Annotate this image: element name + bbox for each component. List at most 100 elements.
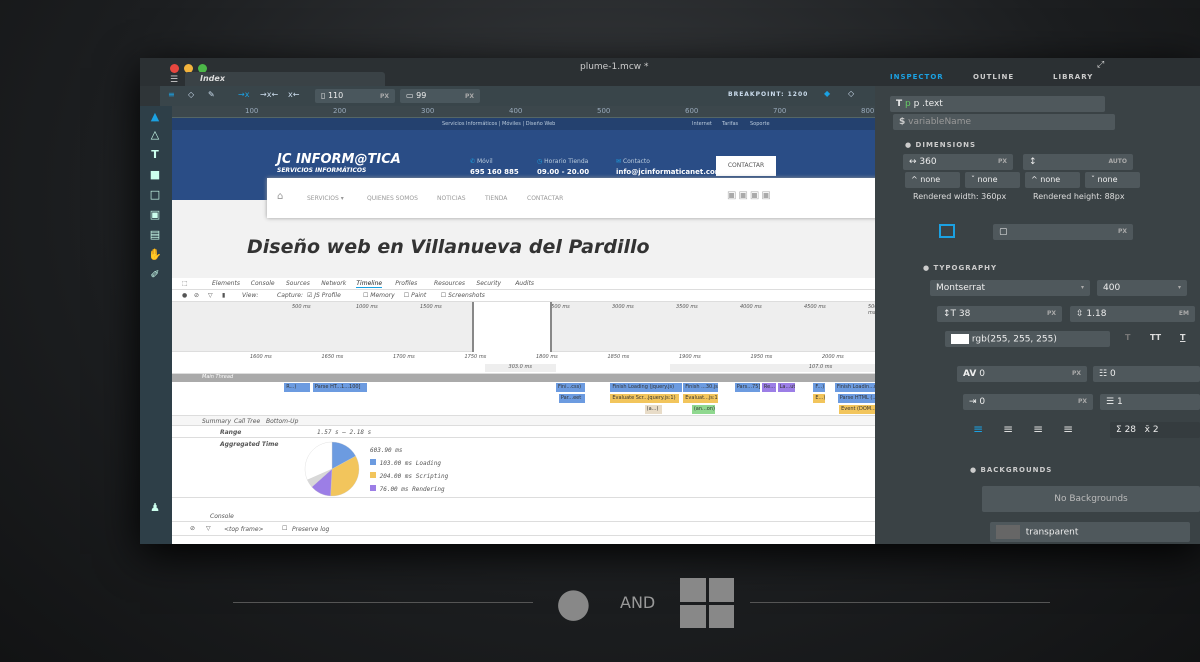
capture-option[interactable]: ☐ Paint — [404, 292, 426, 299]
devtools-tab[interactable]: Resources — [434, 280, 465, 287]
flame-event[interactable]: F...) — [813, 383, 825, 392]
tab-library[interactable]: LIBRARY — [1053, 73, 1093, 81]
flame-event[interactable]: La...ut — [777, 383, 795, 392]
bottom-tab[interactable]: Bottom-Up — [266, 418, 298, 425]
panel-tool-icon[interactable]: ▤ — [148, 228, 162, 242]
flame-event[interactable]: Parse HT...1...100] — [312, 383, 368, 392]
flame-event[interactable]: Fini...css) — [556, 383, 585, 392]
hand-tool-icon[interactable]: ✋ — [148, 248, 162, 262]
console-tab[interactable]: Console — [210, 513, 234, 520]
nav-item[interactable]: TIENDA — [485, 195, 507, 202]
min-width-input[interactable]: ^ none — [905, 172, 960, 188]
tab-inspector[interactable]: INSPECTOR — [890, 73, 944, 81]
text-transform-none-icon[interactable]: T — [1125, 333, 1130, 342]
max-height-input[interactable]: ˇ none — [1085, 172, 1140, 188]
direct-select-tool-icon[interactable]: △ — [148, 128, 162, 142]
padding-input[interactable]: ▢ PX — [993, 224, 1133, 240]
site-link[interactable]: Internet — [692, 121, 712, 127]
font-family-select[interactable]: Montserrat ▾ — [930, 280, 1090, 296]
flame-event[interactable]: R...) — [284, 383, 311, 392]
flame-event[interactable]: Event (DOM...entLoaded) — [839, 405, 875, 414]
nav-item[interactable]: NOTICIAS — [437, 195, 466, 202]
width-field[interactable]: ▯ 110 PX — [315, 89, 395, 103]
devtools-tab[interactable]: Console — [251, 280, 275, 287]
color-swatch[interactable] — [951, 334, 969, 344]
site-logo[interactable]: JC INFORM@TICA SERVICIOS INFORMÁTICOS — [277, 152, 401, 174]
min-height-input[interactable]: ^ none — [1025, 172, 1080, 188]
align-right-icon[interactable]: x← — [288, 90, 299, 99]
devtools-tab[interactable]: Audits — [515, 280, 534, 287]
stamp-icon[interactable]: ♟ — [148, 501, 162, 515]
height-field[interactable]: ▭ 99 PX — [400, 89, 480, 103]
contactar-button[interactable]: CONTACTAR — [716, 156, 776, 176]
devtools-tab[interactable]: Security — [476, 280, 501, 287]
capture-option[interactable]: ☐ Memory — [363, 292, 395, 299]
flame-event[interactable]: (an...on) — [691, 405, 715, 414]
element-selector[interactable]: T p p .text — [890, 96, 1105, 112]
close-window-button[interactable] — [170, 64, 179, 73]
font-weight-select[interactable]: 400 ▾ — [1097, 280, 1187, 296]
nav-item[interactable]: SERVICIOS ▾ — [307, 195, 344, 202]
design-canvas[interactable]: Servicios Informáticos | Móviles | Diseñ… — [172, 118, 875, 544]
align-left-icon[interactable]: →x — [238, 90, 249, 99]
devtools-tab[interactable]: Network — [321, 280, 346, 287]
rectangle-tool-icon[interactable]: ■ — [148, 168, 162, 182]
flame-event[interactable]: Finish ...30.js) — [683, 383, 718, 392]
variable-name-input[interactable]: $ variableName — [893, 114, 1115, 130]
flame-event[interactable]: Evaluat...js:1) — [683, 394, 718, 403]
color-input[interactable]: rgb(255, 255, 255) — [945, 331, 1110, 347]
flame-event[interactable]: Re... — [761, 383, 777, 392]
letter-spacing-input[interactable]: AV 0 PX — [957, 366, 1087, 382]
word-spacing-input[interactable]: ☷ 0 — [1093, 366, 1200, 382]
filter-icon[interactable]: ▽ — [208, 292, 213, 299]
inspect-icon[interactable]: ⬚ — [182, 280, 188, 287]
flame-event[interactable]: Finish Loadin...mbed.min.js) — [834, 383, 875, 392]
site-link[interactable]: Soporte — [750, 121, 770, 127]
capture-option[interactable]: ☐ Screenshots — [441, 292, 485, 299]
clear-console-icon[interactable]: ⊘ — [190, 525, 195, 532]
background-item[interactable]: transparent — [990, 522, 1190, 542]
text-indent-input[interactable]: ⇥ 0 PX — [963, 394, 1093, 410]
select-tool-icon[interactable]: ▲ — [148, 110, 162, 124]
align-left-text-icon[interactable]: ≡ — [973, 422, 983, 436]
tab-index[interactable]: Index — [185, 72, 385, 86]
flame-event[interactable]: Finish Loading (jquery.js) — [610, 383, 682, 392]
nav-item[interactable]: QUIENES SOMOS — [367, 195, 418, 202]
height-input[interactable]: ↕ AUTO — [1023, 154, 1133, 170]
flame-event[interactable]: (a...) — [644, 405, 662, 414]
timeline-overview[interactable]: 500 ms1000 ms1500 ms2000 ms2500 ms3000 m… — [172, 302, 875, 352]
home-icon[interactable]: ⌂ — [277, 191, 283, 202]
flame-event[interactable]: E...) — [813, 394, 825, 403]
bottom-tab[interactable]: Summary — [202, 418, 231, 425]
devtools-tab[interactable]: Timeline — [356, 280, 383, 288]
filter-icon[interactable]: ▽ — [206, 525, 211, 532]
pin-icon[interactable]: ✎ — [208, 90, 215, 99]
font-size-input[interactable]: ↕T 38 PX — [937, 306, 1062, 322]
bottom-tab[interactable]: Call Tree — [234, 418, 260, 425]
flame-event[interactable]: Pars...75]) — [734, 383, 761, 392]
nav-item[interactable]: CONTACTAR — [527, 195, 563, 202]
dropdown-tool-icon[interactable]: ▣ — [148, 208, 162, 222]
flame-event[interactable]: Parse HTML (...om/ [384...) — [837, 394, 875, 403]
box-tool-icon[interactable]: □ — [148, 188, 162, 202]
flame-event[interactable]: Evaluate Scr...jquery.js:1) — [610, 394, 679, 403]
devtools-tab[interactable]: Elements — [212, 280, 240, 287]
record-icon[interactable]: ● — [182, 292, 187, 299]
max-width-input[interactable]: ˇ none — [965, 172, 1020, 188]
line-height-input[interactable]: ⇳ 1.18 EM — [1070, 306, 1195, 322]
capture-option[interactable]: ☑ JS Profile — [307, 292, 341, 299]
frame-select[interactable]: <top frame> — [224, 526, 264, 533]
devtools-tab[interactable]: Profiles — [395, 280, 417, 287]
align-center-icon[interactable]: →x← — [260, 90, 278, 99]
box-model-icon[interactable] — [939, 224, 955, 238]
justify-text-icon[interactable]: ≡ — [1063, 422, 1073, 436]
flame-event[interactable]: Par...eet — [558, 394, 585, 403]
underline-icon[interactable]: T — [1180, 333, 1185, 342]
align-center-text-icon[interactable]: ≡ — [1003, 422, 1013, 436]
garbage-icon[interactable]: ▮ — [222, 292, 225, 299]
add-breakpoint-icon[interactable]: ◇ — [848, 89, 854, 98]
flame-chart[interactable]: R...) Parse HT...1...100] Fini...css) Par..… — [172, 382, 875, 416]
expand-icon[interactable]: ⤢ — [1097, 60, 1104, 70]
menu-icon[interactable]: ☰ — [170, 75, 178, 85]
clear-icon[interactable]: ⊘ — [194, 292, 199, 299]
